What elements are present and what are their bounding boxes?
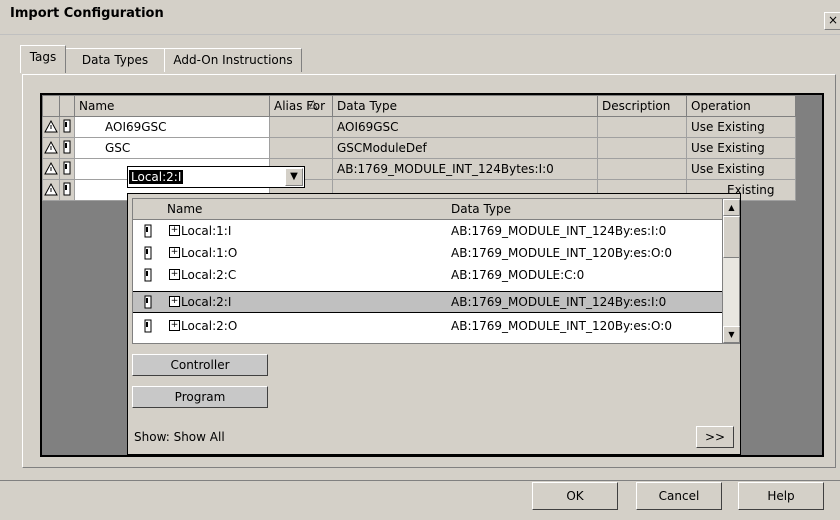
expand-icon[interactable]: + [169,269,180,280]
column-header-description[interactable]: Description [597,95,687,117]
tag-icon [59,158,75,180]
row-alias-cell [269,137,333,159]
tag-browser-header: Name Data Type [133,199,723,220]
list-item[interactable]: + Local:1:I AB:1769_MODULE_INT_124By:es:… [133,220,723,242]
cancel-button[interactable]: Cancel [636,482,722,510]
row-operation-cell[interactable]: Use Existing [686,116,796,138]
name-combobox-value[interactable]: Local:2:I [129,170,184,184]
row-alias-cell [269,116,333,138]
list-item-name: Local:2:C [181,268,237,282]
list-item-type: AB:1769_MODULE_INT_124By:es:I:0 [451,295,667,309]
list-item-name: Local:2:O [181,319,238,333]
program-scope-button[interactable]: Program [132,386,268,408]
show-filter-label: Show: Show All [134,430,225,444]
row-operation-cell[interactable]: Use Existing [686,137,796,159]
tag-icon [59,179,75,201]
expand-icon[interactable]: + [169,247,180,258]
table-row[interactable]: AOI69GSC AOI69GSC Use Existing [42,116,796,138]
list-item-type: AB:1769_MODULE_INT_120By:es:O:0 [451,319,672,333]
row-description-cell [597,158,687,180]
expand-icon[interactable]: + [169,225,180,236]
scroll-down-icon[interactable]: ▼ [723,326,740,343]
warning-icon [44,182,58,195]
footer-divider [0,480,840,481]
list-item-type: AB:1769_MODULE:C:0 [451,268,585,282]
name-combobox[interactable]: Local:2:I ▼ [127,166,305,188]
row-description-cell [597,116,687,138]
row-description-cell [597,137,687,159]
warning-icon [44,161,58,174]
expand-icon[interactable]: + [169,296,180,307]
tag-icon [144,268,152,282]
sort-ascending-icon: △ [309,97,318,110]
tag-icon [59,137,75,159]
tag-icon [144,295,152,309]
warning-icon [44,119,58,132]
tab-add-on-instructions[interactable]: Add-On Instructions [164,48,302,72]
scrollbar-thumb[interactable] [723,216,740,258]
scroll-up-icon[interactable]: ▲ [723,199,740,216]
tag-icon-column-header [59,95,75,117]
icon-column-header [42,95,60,117]
chevron-down-icon[interactable]: ▼ [285,168,303,186]
column-header-alias-for[interactable]: Alias For [269,95,333,117]
table-row[interactable]: GSC GSCModuleDef Use Existing [42,137,796,159]
list-item-name: Local:1:O [181,246,238,260]
warning-icon [44,140,58,153]
tag-browser-list: Name Data Type + Local:1:I AB:1769_MODUL… [132,198,724,344]
conflict-status-icon [42,179,60,201]
conflict-status-icon [42,116,60,138]
row-data-type-cell: AB:1769_MODULE_INT_124Bytes:I:0 [332,158,598,180]
list-item-type: AB:1769_MODULE_INT_120By:es:O:0 [451,246,672,260]
close-button[interactable]: × [824,12,840,30]
conflict-status-icon [42,137,60,159]
column-header-data-type[interactable]: Data Type [332,95,598,117]
list-item-name: Local:1:I [181,224,232,238]
tab-data-types[interactable]: Data Types [64,48,166,72]
title-bar: Import Configuration × [0,0,840,35]
column-header-name[interactable]: Name △ [74,95,317,117]
tag-icon [144,246,152,260]
conflict-status-icon [42,158,60,180]
tag-icon [144,224,152,238]
list-item-selected[interactable]: + Local:2:I AB:1769_MODULE_INT_124By:es:… [133,291,723,313]
list-item[interactable]: + Local:2:C AB:1769_MODULE:C:0 [133,264,723,286]
program-scope-label: Program [174,390,226,404]
row-name-cell[interactable]: AOI69GSC [74,116,270,138]
list-item-type: AB:1769_MODULE_INT_124By:es:I:0 [451,224,667,238]
row-name-cell[interactable]: GSC [74,137,270,159]
dialog-title: Import Configuration [10,6,164,21]
grid-header-row: Name △ Alias For Data Type Description Op… [42,95,796,117]
help-button[interactable]: Help [738,482,824,510]
list-item[interactable]: + Local:1:O AB:1769_MODULE_INT_120By:es:… [133,242,723,264]
row-data-type-cell: AOI69GSC [332,116,598,138]
ok-button[interactable]: OK [532,482,618,510]
column-header-name-label: Name [79,99,115,113]
tag-browser-column-name[interactable]: Name [167,202,202,216]
row-operation-cell[interactable]: Use Existing [686,158,796,180]
list-item-name: Local:2:I [181,295,232,309]
tag-browser-column-data-type[interactable]: Data Type [451,202,511,216]
tab-tags[interactable]: Tags [20,45,66,73]
tag-icon [144,319,152,333]
tag-browser-popup: Name Data Type + Local:1:I AB:1769_MODUL… [127,193,741,455]
more-button[interactable]: >> [696,426,734,448]
column-header-operation[interactable]: Operation [686,95,796,117]
controller-scope-button[interactable]: Controller [132,354,268,376]
vertical-scrollbar[interactable]: ▲ ▼ [722,198,740,344]
expand-icon[interactable]: + [169,320,180,331]
import-configuration-dialog: Import Configuration × Tags Data Types A… [0,0,840,520]
controller-scope-label: Controller [170,358,230,372]
row-data-type-cell: GSCModuleDef [332,137,598,159]
tag-icon [59,116,75,138]
list-item[interactable]: + Local:2:O AB:1769_MODULE_INT_120By:es:… [133,315,723,337]
